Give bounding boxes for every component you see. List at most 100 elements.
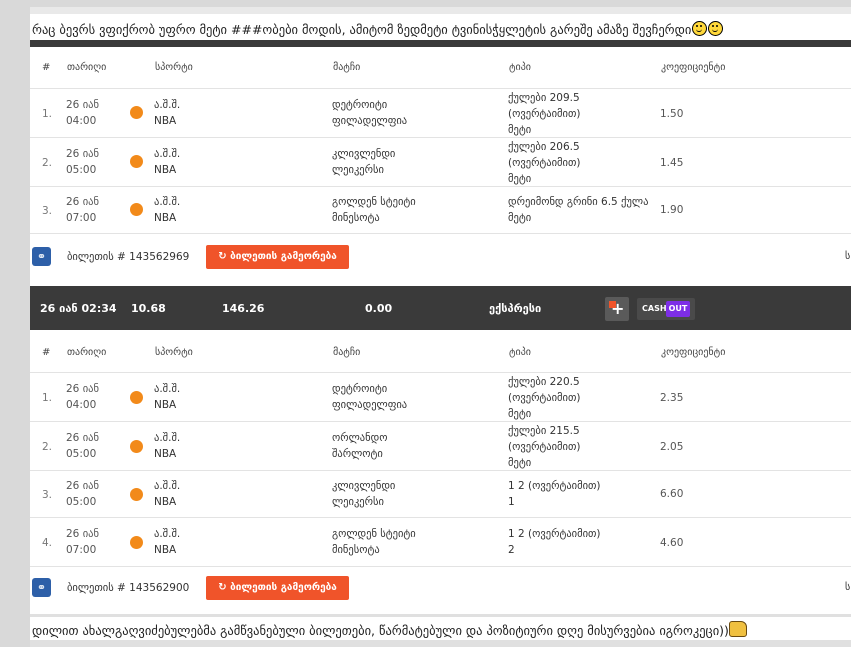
ticket1-column-headers: # თარიღი სპორტი მატჩი ტიპი კოეფიციენტი [30,47,851,87]
share-icon[interactable]: ⚭ [32,247,51,266]
left-gutter [0,0,28,647]
post-text: დილით ახალგაღვიძებულებმა გამწვანებული ბი… [32,623,729,638]
row-type: (ოვერტაიმით) [508,441,581,453]
row-league: NBA [154,212,177,224]
ticket2-summary-bar: 26 იან 02:34 10.68 146.26 0.00 ექსპრესი … [30,286,851,330]
table-row: 1. 26 იან 04:00 ა.შ.შ. NBA დეტროიტი ფილა… [30,88,851,137]
col-sport: სპორტი [155,347,193,358]
col-match: მატჩი [333,62,361,73]
basketball-icon [130,106,143,119]
row-country: ა.შ.შ. [154,383,181,395]
basketball-icon [130,391,143,404]
row-team1: კლივლენდი [332,480,396,492]
row-team2: ლეიკერსი [332,164,384,176]
basketball-icon [130,536,143,549]
out-label: OUT [666,301,690,317]
row-team2: ფილადელფია [332,399,408,411]
row-country: ა.შ.შ. [154,528,181,540]
row-league: NBA [154,399,177,411]
row-type: მეტი [508,408,532,420]
row-type: (ოვერტაიმით) [508,157,581,169]
row-team1: გოლდენ სტეიტი [332,528,416,540]
row-odds: 1.50 [660,108,684,120]
summary-kind: ექსპრესი [489,302,542,315]
repeat-ticket-label: ბილეთის გამეორება [230,251,337,262]
row-odds: 2.35 [660,392,684,404]
ticket2-footer: ⚭ ბილეთის # 143562900 ↻ ბილეთის გამეორებ… [30,566,851,600]
row-league: NBA [154,448,177,460]
row-type: მეტი [508,124,532,136]
row-team1: დეტროიტი [332,99,388,111]
repeat-ticket-button[interactable]: ↻ ბილეთის გამეორება [206,245,349,269]
row-country: ა.შ.შ. [154,432,181,444]
row-number: 4. [42,537,53,549]
refresh-icon: ↻ [218,582,227,593]
post-text: რაც ბევრს ვფიქრობ უფრო მეტი ###ობები მოდ… [32,22,692,37]
basketball-icon [130,203,143,216]
row-date: 26 იან [66,148,99,160]
row-odds: 1.45 [660,157,684,169]
row-time: 05:00 [66,496,97,508]
basketball-icon [130,488,143,501]
row-odds: 4.60 [660,537,684,549]
row-number: 3. [42,205,53,217]
summary-stake: 10.68 [131,302,166,315]
row-team1: გოლდენ სტეიტი [332,196,416,208]
row-type: (ოვერტაიმით) [508,108,581,120]
ticket-number: ბილეთის # 143562969 [67,251,190,263]
row-time: 04:00 [66,399,97,411]
row-number: 2. [42,441,53,453]
summary-win: 0.00 [365,302,393,315]
smiley-icon [692,21,708,36]
col-odds: კოეფიციენტი [661,347,726,358]
row-date: 26 იან [66,383,99,395]
table-row: 2. 26 იან 05:00 ა.შ.შ. NBA ორლანდო შარლო… [30,421,851,470]
ticket1-footer: ⚭ ბილეთის # 143562969 ↻ ბილეთის გამეორებ… [30,233,851,269]
col-sport: სპორტი [155,62,193,73]
refresh-icon: ↻ [218,251,227,262]
row-number: 3. [42,489,53,501]
cashout-button[interactable]: CASH OUT [637,298,695,320]
row-country: ა.შ.შ. [154,196,181,208]
row-team2: ლეიკერსი [332,496,384,508]
row-number: 1. [42,108,53,120]
cash-label: CASH [642,304,667,313]
col-num: # [42,62,51,73]
post-top-border [30,7,851,14]
ticket2-column-headers: # თარიღი სპორტი მატჩი ტიპი კოეფიციენტი [30,332,851,372]
share-icon[interactable]: ⚭ [32,578,51,597]
basketball-icon [130,155,143,168]
truncated-text: ს [845,582,851,593]
thumbs-up-icon [728,621,747,637]
table-row: 2. 26 იან 05:00 ა.შ.შ. NBA კლივლენდი ლეი… [30,137,851,186]
post-text-bottom: დილით ახალგაღვიძებულებმა გამწვანებული ბი… [32,621,747,638]
row-date: 26 იან [66,528,99,540]
repeat-ticket-button[interactable]: ↻ ბილეთის გამეორება [206,576,349,600]
post-bottom-border [30,640,851,647]
row-type: 1 [508,496,515,508]
row-type: ქულები 209.5 [508,92,580,104]
summary-total-odds: 146.26 [222,302,265,315]
row-team2: მინესოტა [332,544,380,556]
col-date: თარიღი [67,347,107,358]
row-time: 05:00 [66,164,97,176]
add-button[interactable]: + [605,297,629,321]
row-team1: დეტროიტი [332,383,388,395]
row-type: (ოვერტაიმით) [508,392,581,404]
row-league: NBA [154,496,177,508]
col-type: ტიპი [509,62,531,73]
row-team1: კლივლენდი [332,148,396,160]
row-type: დრეიმონდ გრინი 6.5 ქულა [508,196,649,208]
row-type: ქულები 206.5 [508,141,580,153]
post-text-top: რაც ბევრს ვფიქრობ უფრო მეტი ###ობები მოდ… [32,21,724,37]
row-date: 26 იან [66,196,99,208]
row-country: ა.შ.შ. [154,99,181,111]
row-type: მეტი [508,212,532,224]
summary-datetime: 26 იან 02:34 [40,302,117,315]
table-row: 1. 26 იან 04:00 ა.შ.შ. NBA დეტროიტი ფილა… [30,372,851,421]
row-odds: 6.60 [660,488,684,500]
row-odds: 2.05 [660,441,684,453]
col-type: ტიპი [509,347,531,358]
table-row: 4. 26 იან 07:00 ა.შ.შ. NBA გოლდენ სტეიტი… [30,517,851,566]
row-type: 1 2 (ოვერტაიმით) [508,480,601,492]
